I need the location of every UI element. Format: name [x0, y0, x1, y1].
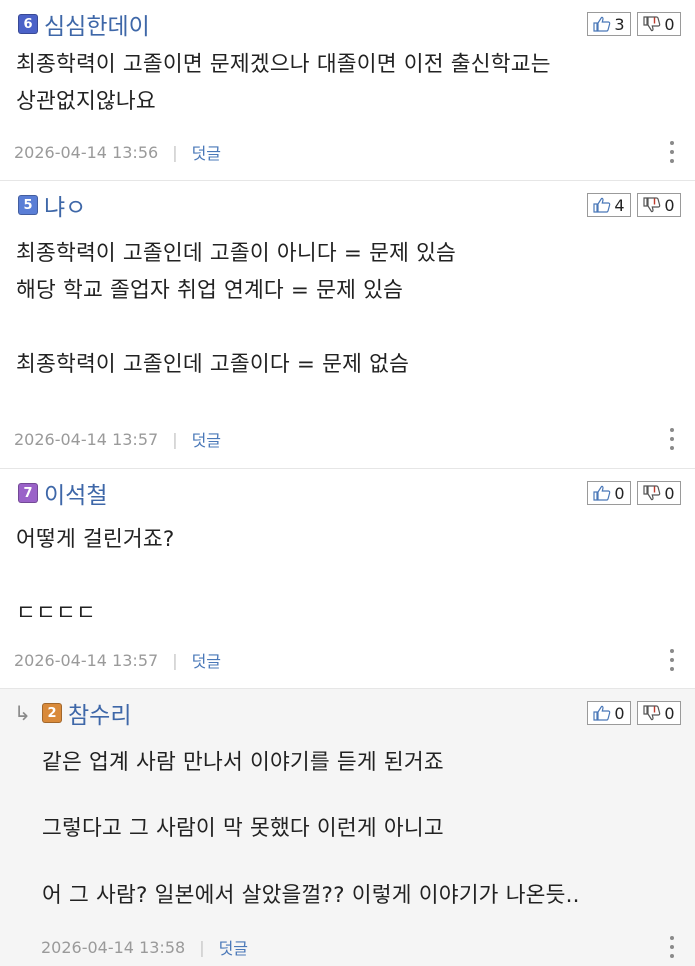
comment-line: 최종학력이 고졸인데 고졸이 아니다 = 문제 있슴 — [16, 241, 457, 266]
comment-line: 상관없지않나요 — [16, 89, 156, 114]
downvote-count: 0 — [664, 483, 675, 503]
upvote-count: 0 — [614, 703, 625, 723]
comment-line: 어떻게 걸린거죠? — [16, 527, 175, 552]
reply-arrow-icon: ↳ — [14, 701, 31, 725]
comment-body: 최종학력이 고졸이면 문제겠으나 대졸이면 이전 출신학교는상관없지않나요 — [16, 46, 675, 120]
thumbs-down-icon — [643, 485, 661, 501]
reply-link[interactable]: 덧글 — [192, 648, 221, 672]
meta-separator: | — [172, 429, 178, 449]
comment-meta: 2026-04-14 13:58 | 덧글 — [41, 935, 248, 959]
comment-line: 같은 업계 사람 만나서 이야기를 듣게 된거죠 — [42, 750, 444, 775]
thumbs-up-icon — [593, 197, 611, 213]
upvote-button[interactable]: 3 — [587, 12, 631, 36]
thumbs-up-icon — [593, 485, 611, 501]
comment-header: 7 이석철 — [18, 476, 107, 510]
downvote-count: 0 — [664, 14, 675, 34]
comment-date: 2026-04-14 13:57 — [14, 650, 159, 670]
comment-line: 최종학력이 고졸이면 문제겠으나 대졸이면 이전 출신학교는 — [16, 52, 551, 77]
downvote-count: 0 — [664, 703, 675, 723]
comment-header: ↳ 2 참수리 — [14, 696, 131, 730]
reply-link[interactable]: 덧글 — [192, 140, 221, 164]
comment-item: 7 이석철 0 0 어떻게 걸린거죠? ㄷㄷㄷㄷ 2026-04-14 13:57 | 덧글 — [0, 469, 695, 689]
vote-buttons: 00 — [587, 701, 681, 725]
comment-meta: 2026-04-14 13:56 | 덧글 — [14, 140, 221, 164]
comment-author[interactable]: 이석철 — [44, 476, 107, 510]
comment-list: 6 심심한데이 3 0 최종학력이 고졸이면 문제겠으나 대졸이면 이전 출신학교는 상관… — [0, 0, 695, 966]
comment-author[interactable]: 심심한데이 — [44, 7, 150, 41]
upvote-count: 4 — [614, 195, 625, 215]
thumbs-down-icon — [643, 705, 661, 721]
comment-line: 어 그 사람? 일본에서 살았을껄?? 이렇게 이야기가 나온듯.. — [42, 883, 580, 908]
thumbs-down-icon — [643, 16, 661, 32]
comment-header: 6 심심한데이 — [18, 7, 150, 41]
comment-author[interactable]: 냐ㅇ — [44, 188, 86, 222]
meta-separator: | — [172, 650, 178, 670]
downvote-count: 0 — [664, 195, 675, 215]
comment-item: 6 심심한데이 3 0 최종학력이 고졸이면 문제겠으나 대졸이면 이전 출신학교는 상관… — [0, 0, 695, 181]
comment-line: 최종학력이 고졸인데 고졸이다 = 문제 없슴 — [16, 352, 410, 377]
user-level-badge: 6 — [18, 14, 38, 34]
more-options-icon[interactable] — [669, 936, 675, 958]
more-options-icon[interactable] — [669, 141, 675, 163]
comment-line: ㄷㄷㄷㄷ — [16, 601, 96, 626]
comment-line: 그렇다고 그 사람이 막 못했다 이런게 아니고 — [42, 816, 444, 841]
meta-separator: | — [172, 142, 178, 162]
vote-buttons: 40 — [587, 193, 681, 217]
comment-author[interactable]: 참수리 — [68, 696, 131, 730]
downvote-button[interactable]: 0 — [637, 193, 681, 217]
more-options-icon[interactable] — [669, 649, 675, 671]
thumbs-down-icon — [643, 197, 661, 213]
comment-date: 2026-04-14 13:56 — [14, 142, 159, 162]
upvote-count: 0 — [614, 483, 625, 503]
thumbs-up-icon — [593, 705, 611, 721]
user-level-badge: 7 — [18, 483, 38, 503]
upvote-count: 3 — [614, 14, 625, 34]
vote-buttons: 30 — [587, 12, 681, 36]
comment-line — [16, 558, 675, 595]
user-level-badge: 5 — [18, 195, 38, 215]
comment-line — [16, 309, 675, 346]
downvote-button[interactable]: 0 — [637, 12, 681, 36]
upvote-button[interactable]: 4 — [587, 193, 631, 217]
upvote-button[interactable]: 0 — [587, 481, 631, 505]
thumbs-up-icon — [593, 16, 611, 32]
downvote-button[interactable]: 0 — [637, 481, 681, 505]
comment-date: 2026-04-14 13:57 — [14, 429, 159, 449]
comment-body: 같은 업계 사람 만나서 이야기를 듣게 된거죠그렇다고 그 사람이 막 못했다… — [42, 744, 675, 914]
reply-link[interactable]: 덧글 — [219, 935, 248, 959]
reply-link[interactable]: 덧글 — [192, 427, 221, 451]
downvote-button[interactable]: 0 — [637, 701, 681, 725]
comment-meta: 2026-04-14 13:57 | 덧글 — [14, 648, 221, 672]
comment-header: 5 냐ㅇ — [18, 188, 86, 222]
vote-buttons: 00 — [587, 481, 681, 505]
meta-separator: | — [199, 937, 205, 957]
comment-date: 2026-04-14 13:58 — [41, 937, 186, 957]
comment-line: 해당 학교 졸업자 취업 연계다 = 문제 있슴 — [16, 278, 404, 303]
user-level-badge: 2 — [42, 703, 62, 723]
comment-meta: 2026-04-14 13:57 | 덧글 — [14, 427, 221, 451]
reply-comment: ↳ 2 참수리 0 0 같은 업계 사람 만나서 이야기를 듣게 된거죠 그렇다고 그 사람… — [0, 689, 695, 966]
more-options-icon[interactable] — [669, 428, 675, 450]
comment-body: 어떻게 걸린거죠? ㄷㄷㄷㄷ — [16, 521, 675, 632]
comment-body: 최종학력이 고졸인데 고졸이 아니다 = 문제 있슴해당 학교 졸업자 취업 연… — [16, 235, 675, 383]
upvote-button[interactable]: 0 — [587, 701, 631, 725]
comment-item: 5 냐ㅇ 4 0 최종학력이 고졸인데 고졸이 아니다 = 문제 있슴 해당 학교 졸업자… — [0, 181, 695, 469]
